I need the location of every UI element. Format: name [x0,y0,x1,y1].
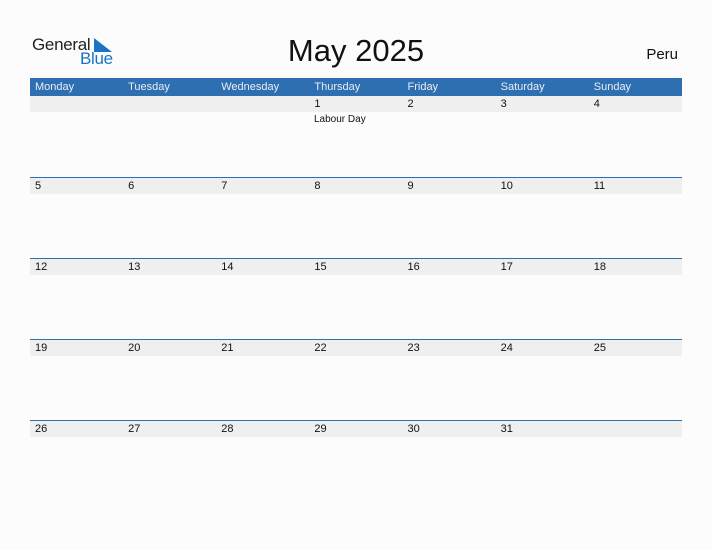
day-cell: 19 [35,342,48,354]
day-cell: 7 [221,180,228,192]
day-cell: 30 [407,423,420,435]
day-cell [123,96,216,112]
day-cell: 11 [593,180,606,192]
week-row: 19 20 21 22 23 24 25 [30,339,682,356]
day-cell: 3 [500,98,507,110]
holiday-labour-day: Labour Day [314,114,366,125]
day-cell: 10 [500,180,513,192]
day-cell: 31 [500,423,513,435]
weekday-header: Monday Tuesday Wednesday Thursday Friday… [30,78,682,96]
day-cell: 16 [407,261,420,273]
date-strip: 12 13 14 15 16 17 18 [30,259,682,275]
weekday-thursday: Thursday [314,81,361,93]
country-label: Peru [646,46,678,63]
day-cell: 23 [407,342,420,354]
day-cell: 15 [314,261,327,273]
date-strip: 19 20 21 22 23 24 25 [30,340,682,356]
week-row: 26 27 28 29 30 31 [30,420,682,437]
weekday-friday: Friday [407,81,439,93]
day-cell: 24 [500,342,513,354]
week-row: 1 2 3 4 [30,96,682,112]
date-strip: 26 27 28 29 30 31 [30,421,682,437]
day-cell: 13 [128,261,141,273]
day-cell: 9 [407,180,414,192]
weekday-monday: Monday [35,81,75,93]
day-cell: 29 [314,423,327,435]
week-row: 5 6 7 8 9 10 11 [30,177,682,194]
day-cell: 17 [500,261,513,273]
day-cell [216,96,309,112]
day-cell: 22 [314,342,327,354]
day-cell: 12 [35,261,48,273]
day-cell: 20 [128,342,141,354]
day-cell: 18 [593,261,606,273]
weekday-saturday: Saturday [500,81,545,93]
day-cell [30,96,123,112]
day-cell: 21 [221,342,234,354]
day-cell: 14 [221,261,234,273]
day-cell: 26 [35,423,48,435]
page-title: May 2025 [287,33,425,68]
day-cell: 5 [35,180,42,192]
day-cell: 25 [593,342,606,354]
day-cell: 28 [221,423,234,435]
day-cell: 4 [593,98,600,110]
day-cell: 27 [128,423,141,435]
day-cell: 2 [407,98,414,110]
week-row: 12 13 14 15 16 17 18 [30,258,682,275]
weekday-wednesday: Wednesday [221,81,280,93]
date-strip: 5 6 7 8 9 10 11 [30,178,682,194]
day-cell: 1 [314,98,321,110]
day-cell [589,421,682,437]
weekday-sunday: Sunday [593,81,632,93]
day-cell: 6 [128,180,135,192]
day-cell: 8 [314,180,321,192]
weekday-tuesday: Tuesday [128,81,170,93]
date-strip: 1 2 3 4 [30,96,682,112]
